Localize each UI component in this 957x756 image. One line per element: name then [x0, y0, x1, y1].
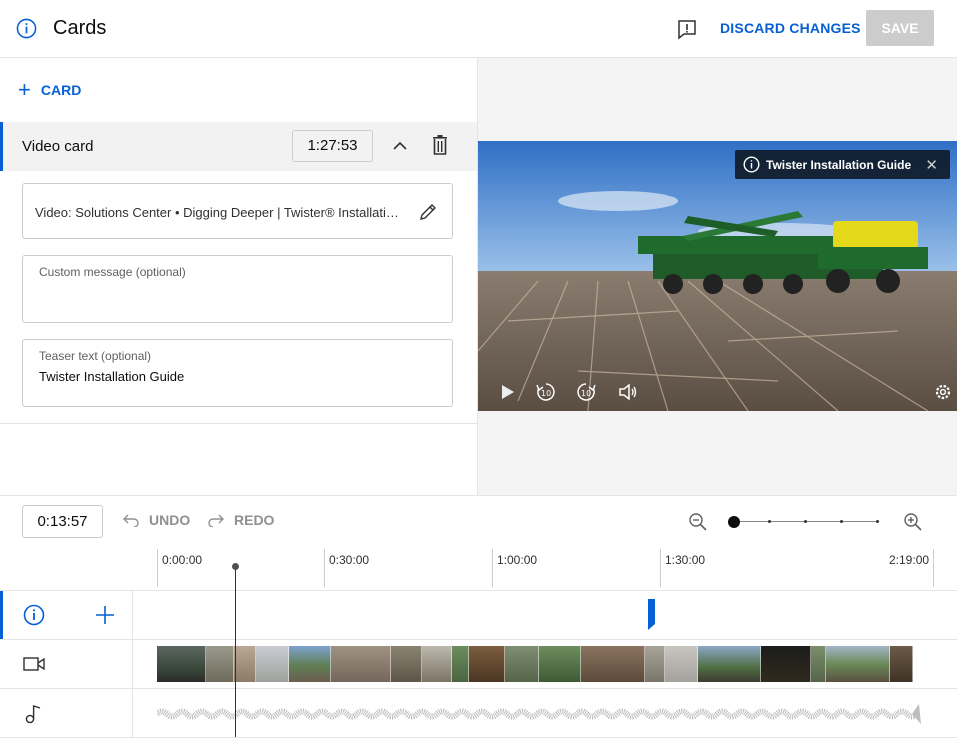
rewind-10-icon[interactable]: 10 — [535, 381, 557, 403]
ruler-label: 0:00:00 — [162, 553, 203, 567]
filmstrip-frame — [890, 646, 913, 682]
add-card-plus-icon[interactable] — [95, 605, 115, 625]
redo-icon — [208, 514, 224, 527]
ruler-tick — [157, 549, 158, 587]
pencil-icon[interactable] — [417, 201, 439, 223]
teaser-text-value[interactable]: Twister Installation Guide — [39, 369, 184, 384]
ruler-label: 2:19:00 — [889, 553, 930, 567]
delete-icon[interactable] — [431, 134, 449, 156]
cards-track-accent — [0, 591, 3, 639]
card-type-label: Video card — [22, 138, 94, 155]
undo-icon — [123, 514, 139, 527]
filmstrip-frame — [761, 646, 811, 682]
card-header[interactable]: Video card 1:27:53 — [0, 122, 477, 171]
music-note-icon — [25, 705, 41, 724]
ruler-label: 1:00:00 — [497, 553, 538, 567]
video-frame-image — [478, 141, 957, 411]
ruler-tick — [660, 549, 661, 587]
zoom-out-icon[interactable] — [688, 512, 708, 532]
teaser-text-field[interactable]: Teaser text (optional) Twister Installat… — [22, 339, 453, 407]
playhead-handle[interactable] — [232, 563, 239, 570]
save-button[interactable]: SAVE — [866, 10, 934, 46]
header: Cards DISCARD CHANGES SAVE — [0, 0, 957, 58]
audio-track — [0, 688, 957, 738]
custom-message-label: Custom message (optional) — [39, 265, 186, 279]
card-marker[interactable] — [648, 599, 655, 630]
play-icon[interactable] — [496, 381, 518, 403]
card-editor-panel: + CARD Video card 1:27:53 Video: Solutio… — [0, 58, 478, 495]
svg-text:10: 10 — [581, 389, 591, 398]
video-camera-icon — [23, 657, 45, 671]
forward-10-icon[interactable]: 10 — [575, 381, 597, 403]
info-icon[interactable] — [16, 18, 37, 39]
zoom-slider-handle[interactable] — [728, 516, 740, 528]
info-icon — [743, 156, 760, 173]
redo-label: REDO — [234, 512, 275, 528]
filmstrip-frame — [289, 646, 331, 682]
filmstrip-frame — [645, 646, 665, 682]
timeline-time-input[interactable]: 0:13:57 — [22, 505, 103, 538]
audio-waveform — [157, 704, 921, 724]
filmstrip-frame — [256, 646, 289, 682]
filmstrip-frame — [698, 646, 761, 682]
filmstrip-frame — [452, 646, 469, 682]
ruler-tick — [324, 549, 325, 587]
filmstrip-frame — [234, 646, 256, 682]
add-card-label: CARD — [40, 82, 82, 98]
info-icon[interactable] — [23, 604, 45, 626]
discard-changes-button[interactable]: DISCARD CHANGES — [712, 12, 869, 44]
filmstrip-frame — [469, 646, 505, 682]
ruler-label: 0:30:00 — [329, 553, 370, 567]
filmstrip-frame — [665, 646, 698, 682]
ruler-tick — [492, 549, 493, 587]
chevron-up-icon[interactable] — [391, 137, 409, 155]
volume-icon[interactable] — [617, 381, 639, 403]
timeline-toolbar: 0:13:57 UNDO REDO — [0, 495, 957, 547]
undo-button[interactable]: UNDO — [122, 512, 190, 528]
zoom-in-icon[interactable] — [903, 512, 923, 532]
video-select-field[interactable]: Video: Solutions Center • Digging Deeper… — [22, 183, 453, 239]
zoom-step-dot — [804, 520, 807, 523]
feedback-icon[interactable] — [676, 18, 698, 40]
filmstrip-frame — [826, 646, 890, 682]
zoom-step-dot — [840, 520, 843, 523]
filmstrip-frame — [206, 646, 234, 682]
card-start-time-input[interactable]: 1:27:53 — [292, 130, 373, 162]
zoom-step-dot — [768, 520, 771, 523]
svg-text:10: 10 — [541, 389, 551, 398]
track-header-divider — [132, 590, 133, 738]
divider — [0, 423, 477, 424]
ruler-label: 1:30:00 — [665, 553, 706, 567]
undo-label: UNDO — [149, 512, 191, 528]
filmstrip-frame — [505, 646, 539, 682]
filmstrip-frame — [157, 646, 206, 682]
filmstrip-frame — [422, 646, 452, 682]
filmstrip-frame — [581, 646, 645, 682]
video-preview[interactable]: Twister Installation Guide ✕ 10 10 — [478, 141, 957, 411]
cards-track[interactable] — [0, 590, 957, 639]
filmstrip-frame — [391, 646, 422, 682]
page-title: Cards — [53, 17, 107, 39]
card-teaser-overlay[interactable]: Twister Installation Guide ✕ — [735, 150, 950, 179]
filmstrip-frame — [811, 646, 826, 682]
add-card-button[interactable]: + CARD — [18, 78, 81, 102]
video-field-text: Video: Solutions Center • Digging Deeper… — [35, 205, 400, 220]
playhead[interactable] — [235, 567, 236, 737]
custom-message-field[interactable]: Custom message (optional) — [22, 255, 453, 323]
close-icon[interactable]: ✕ — [925, 156, 938, 174]
video-filmstrip[interactable] — [157, 646, 934, 682]
filmstrip-frame — [331, 646, 391, 682]
filmstrip-frame — [539, 646, 581, 682]
ruler-tick — [933, 549, 934, 587]
teaser-overlay-text: Twister Installation Guide — [766, 158, 912, 172]
plus-icon: + — [18, 77, 31, 102]
teaser-text-label: Teaser text (optional) — [39, 349, 152, 363]
redo-button[interactable]: REDO — [207, 512, 274, 528]
settings-icon[interactable] — [932, 381, 954, 403]
zoom-step-dot — [876, 520, 879, 523]
